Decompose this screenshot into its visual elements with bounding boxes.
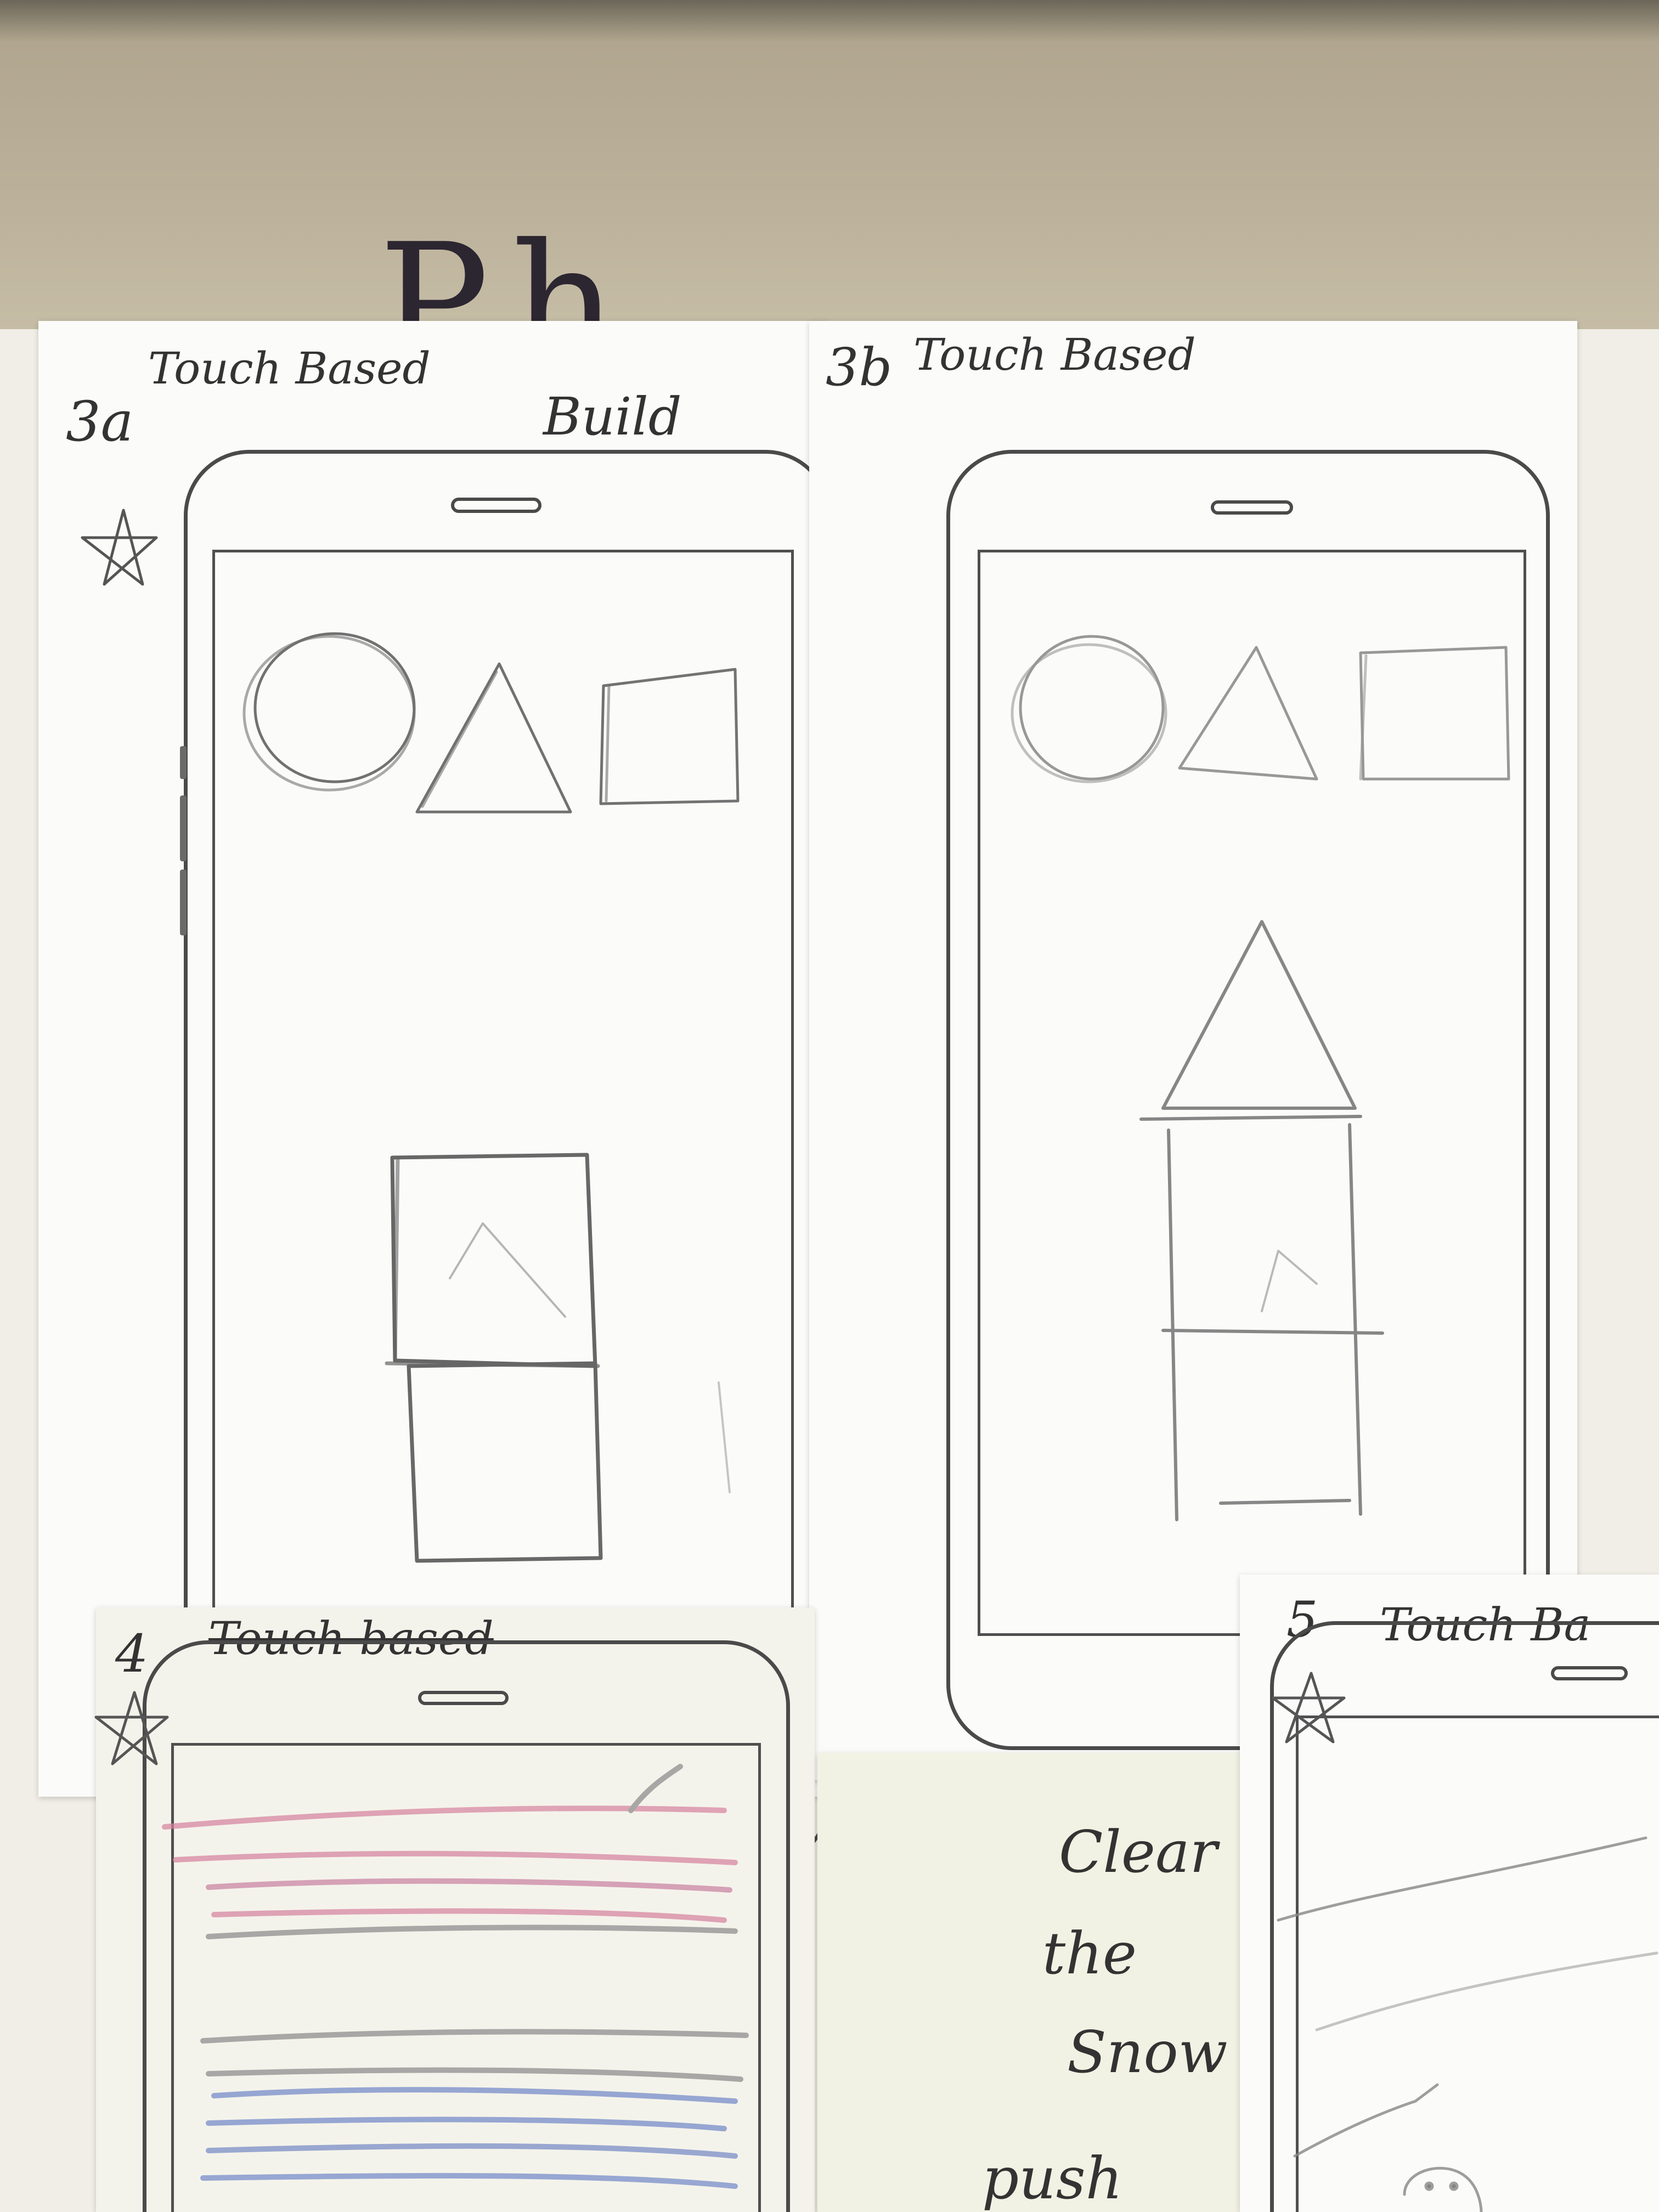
star-icon: [81, 509, 158, 586]
stacked-blocks-3a: [385, 1153, 731, 1563]
palette-shapes-3b: [1011, 635, 1510, 783]
photo-stage: Ph 3a Touch Based Build 3b Touch Based 4…: [0, 0, 1659, 2212]
blue-scribble: [206, 2117, 727, 2131]
character-icon: [1403, 2166, 1483, 2212]
star-icon: [94, 1691, 169, 1765]
blue-scribble: [200, 2172, 738, 2189]
circle-shape-icon: [242, 635, 416, 792]
square-shape-icon: [1359, 646, 1510, 781]
pink-scribble: [162, 1805, 727, 1830]
palette-shapes-3a: [242, 632, 740, 814]
blue-scribble: [211, 2087, 738, 2104]
circle-shape-icon: [1011, 643, 1167, 783]
grey-scribble: [628, 1764, 683, 1813]
triangle-roof: [1161, 920, 1357, 1110]
square-block: [407, 1361, 603, 1563]
pencil-sketches: [81, 509, 1658, 2212]
grey-scribble: [200, 2029, 749, 2044]
star-icon: [1271, 1672, 1346, 1743]
grey-scribble: [206, 1925, 738, 1939]
square-shape-icon: [599, 668, 740, 805]
square-block: [390, 1153, 597, 1368]
circle-shape-icon: [253, 632, 416, 783]
pink-scribble: [173, 1850, 738, 1865]
snow-landscape-sketch-5: [1277, 1836, 1658, 2212]
blue-scribble: [206, 2143, 738, 2159]
grey-scribble: [206, 2067, 743, 2082]
tower-structure-3b: [1139, 920, 1384, 1521]
scribbles-sketch-4: [162, 1764, 749, 2189]
triangle-shape-icon: [415, 662, 572, 814]
pink-scribble: [206, 1878, 732, 1893]
pink-scribble: [211, 1908, 727, 1923]
triangle-shape-icon: [1178, 646, 1318, 781]
